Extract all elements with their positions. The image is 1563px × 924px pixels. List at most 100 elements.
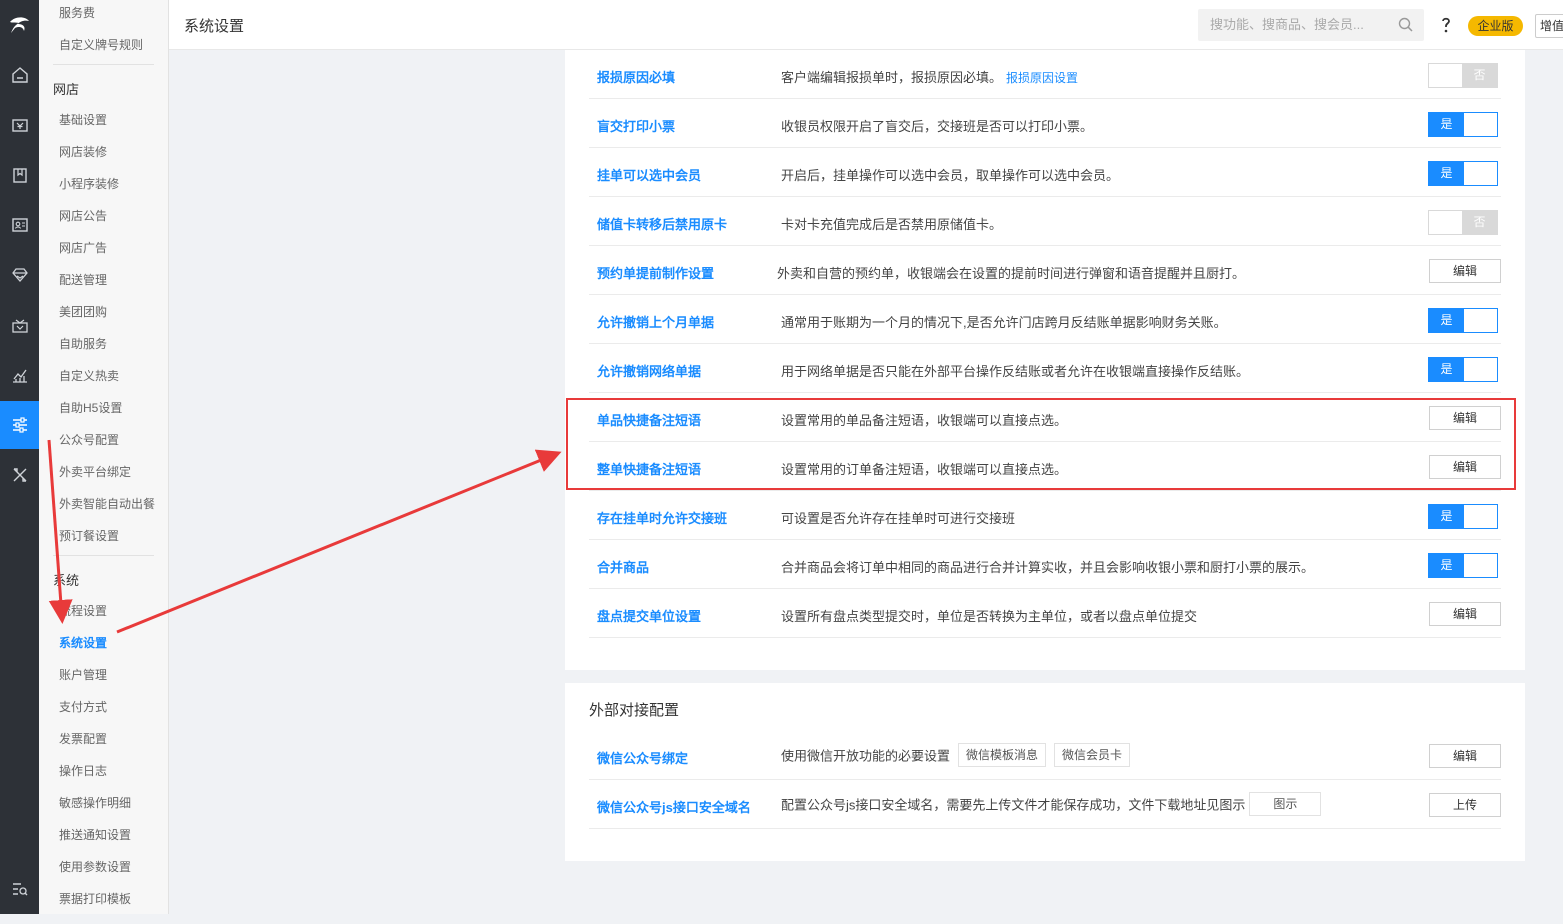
external-description-text: 使用微信开放功能的必要设置 [781, 748, 951, 764]
member-card-icon[interactable] [0, 202, 39, 248]
menu-item[interactable]: 网店公告 [59, 207, 107, 224]
menu-item[interactable]: 小程序装修 [59, 175, 119, 192]
edit-button[interactable]: 编辑 [1429, 259, 1501, 283]
menu-item-service-fee[interactable]: 服务费 [59, 4, 95, 21]
setting-description: 开启后，挂单操作可以选中会员，取单操作可以选中会员。 [781, 165, 1119, 184]
menu-item[interactable]: 美团团购 [59, 303, 107, 320]
setting-row: 允许撤销网络单据 用于网络单据是否只能在外部平台操作反结账或者允许在收银端直接操作… [589, 344, 1501, 393]
tag-button[interactable]: 微信模板消息 [958, 743, 1047, 767]
diamond-icon[interactable] [0, 252, 39, 298]
edit-button[interactable]: 编辑 [1429, 602, 1501, 626]
external-config-card: 外部对接配置 微信公众号绑定 使用微信开放功能的必要设置 微信模板消息 微信会员卡 编辑… [565, 683, 1525, 861]
setting-description: 卡对卡充值完成后是否禁用原储值卡。 [781, 214, 1002, 233]
toggle-switch[interactable]: 是 [1428, 308, 1498, 333]
menu-item[interactable]: 公众号配置 [59, 431, 119, 448]
menu-item[interactable]: 推送通知设置 [59, 826, 131, 843]
toggle-state-label: 否 [1462, 64, 1497, 87]
menu-item[interactable]: 外卖平台绑定 [59, 463, 131, 480]
menu-item[interactable]: 支付方式 [59, 698, 107, 715]
toggle-switch[interactable]: 是 [1428, 357, 1498, 382]
setting-row: 储值卡转移后禁用原卡 卡对卡充值完成后是否禁用原储值卡。 否 [589, 197, 1501, 246]
setting-description-text: 用于网络单据是否只能在外部平台操作反结账或者允许在收银端直接操作反结账。 [781, 364, 1250, 379]
setting-name: 存在挂单时允许交接班 [597, 511, 728, 526]
arrow-to-highlight [116, 449, 562, 634]
page-title: 系统设置 [184, 18, 245, 35]
toggle-state-label: 是 [1429, 162, 1464, 185]
setting-link[interactable]: 报损原因设置 [1006, 71, 1078, 85]
menu-item-custom-number[interactable]: 自定义牌号规则 [59, 36, 143, 53]
menu-item[interactable]: 网店装修 [59, 143, 107, 160]
highlight-box [566, 398, 1516, 490]
app-window: 服务费 自定义牌号规则 网店 基础设置 网店装修 小程序装修 网店公告 网店广告… [0, 0, 1563, 924]
setting-name: 盲交打印小票 [597, 119, 676, 134]
edition-badge[interactable]: 企业版 [1468, 16, 1523, 36]
home-icon[interactable] [0, 52, 39, 98]
setting-name: 允许撤销网络单据 [597, 364, 702, 379]
setting-name: 挂单可以选中会员 [597, 168, 702, 183]
menu-item[interactable]: 操作日志 [59, 762, 107, 779]
settings-card: 报损原因必填 客户端编辑报损单时，报损原因必填。 报损原因设置否盲交打印小票 收银员权… [565, 50, 1525, 670]
external-row: 微信公众号绑定 使用微信开放功能的必要设置 微信模板消息 微信会员卡 编辑 [589, 731, 1501, 780]
menu-item[interactable]: 配送管理 [59, 271, 107, 288]
logo-icon[interactable] [0, 0, 39, 50]
menu-item[interactable]: 自助服务 [59, 335, 107, 352]
toggle-switch[interactable]: 是 [1428, 112, 1498, 137]
menu-item[interactable]: 自定义热卖 [59, 367, 119, 384]
setting-description: 客户端编辑报损单时，报损原因必填。 报损原因设置 [781, 67, 1078, 86]
submenu: 服务费 自定义牌号规则 网店 基础设置 网店装修 小程序装修 网店公告 网店广告… [39, 0, 169, 914]
external-name: 微信公众号js接口安全域名 [597, 800, 751, 815]
menu-item[interactable]: 外卖智能自动出餐 [59, 495, 155, 512]
tools-icon[interactable] [0, 452, 39, 498]
tag-button[interactable]: 微信会员卡 [1054, 743, 1131, 767]
menu-item[interactable]: 敏感操作明细 [59, 794, 131, 811]
menu-item[interactable]: 票据打印模板 [59, 890, 131, 907]
menu-search-icon[interactable] [0, 866, 39, 912]
toggle-state-label: 是 [1429, 113, 1464, 136]
toggle-switch[interactable]: 是 [1428, 504, 1498, 529]
setting-description: 合并商品会将订单中相同的商品进行合并计算实收，并且会影响收银小票和厨打小票的展示… [781, 557, 1314, 576]
menu-item[interactable]: 自助H5设置 [59, 399, 122, 416]
book-icon[interactable] [0, 152, 39, 198]
toggle-switch[interactable]: 否 [1428, 63, 1498, 88]
action-button[interactable]: 编辑 [1429, 744, 1501, 768]
search-icon[interactable] [1398, 17, 1413, 32]
money-icon[interactable] [0, 102, 39, 148]
external-row: 微信公众号js接口安全域名 配置公众号js接口安全域名，需要先上传文件才能保存成功… [589, 780, 1501, 829]
toggle-state-label: 是 [1429, 505, 1464, 528]
menu-item[interactable]: 发票配置 [59, 730, 107, 747]
menu-item[interactable]: 账户管理 [59, 666, 107, 683]
toggle-switch[interactable]: 是 [1428, 161, 1498, 186]
setting-row: 报损原因必填 客户端编辑报损单时，报损原因必填。 报损原因设置 否 [589, 50, 1501, 99]
setting-row: 存在挂单时允许交接班 可设置是否允许存在挂单时可进行交接班 是 [589, 491, 1501, 540]
menu-item[interactable]: 基础设置 [59, 111, 107, 128]
setting-description-text: 合并商品会将订单中相同的商品进行合并计算实收，并且会影响收银小票和厨打小票的展示… [781, 560, 1315, 575]
header: 系统设置 搜功能、搜商品、搜会员... 企业版 增值 [169, 0, 1563, 50]
setting-name: 报损原因必填 [597, 70, 676, 85]
menu-item[interactable]: 网店广告 [59, 239, 107, 256]
setting-name: 储值卡转移后禁用原卡 [597, 217, 728, 232]
menu-divider [53, 64, 154, 65]
setting-description-text: 可设置是否允许存在挂单时可进行交接班 [781, 511, 1016, 526]
setting-name: 合并商品 [597, 560, 650, 575]
toggle-switch[interactable]: 是 [1428, 553, 1498, 578]
setting-description: 收银员权限开启了盲交后，交接班是否可以打印小票。 [781, 116, 1093, 135]
help-icon[interactable] [1441, 16, 1451, 34]
setting-description: 通常用于账期为一个月的情况下,是否允许门店跨月反结账单据影响财务关账。 [781, 312, 1227, 331]
setting-row: 盘点提交单位设置 设置所有盘点类型提交时，单位是否转换为主单位，或者以盘点单位提交… [589, 589, 1501, 638]
menu-item[interactable]: 预订餐设置 [59, 527, 119, 544]
menu-group-system: 系统 [53, 573, 80, 588]
setting-name: 盘点提交单位设置 [597, 609, 702, 624]
setting-name: 允许撤销上个月单据 [597, 315, 715, 330]
action-button[interactable]: 上传 [1429, 793, 1501, 817]
menu-item[interactable]: 使用参数设置 [59, 858, 131, 875]
menu-item-system-settings[interactable]: 系统设置 [59, 634, 107, 651]
tag-button[interactable]: 图示 [1249, 792, 1322, 816]
chart-icon[interactable] [0, 352, 39, 398]
value-added-button[interactable]: 增值 [1535, 14, 1563, 38]
gift-icon[interactable] [0, 302, 39, 348]
toggle-switch[interactable]: 否 [1428, 210, 1498, 235]
settings-sliders-icon[interactable] [0, 401, 39, 449]
toggle-state-label: 否 [1462, 211, 1497, 234]
menu-item[interactable]: 流程设置 [59, 602, 107, 619]
search-input[interactable]: 搜功能、搜商品、搜会员... [1198, 9, 1424, 41]
